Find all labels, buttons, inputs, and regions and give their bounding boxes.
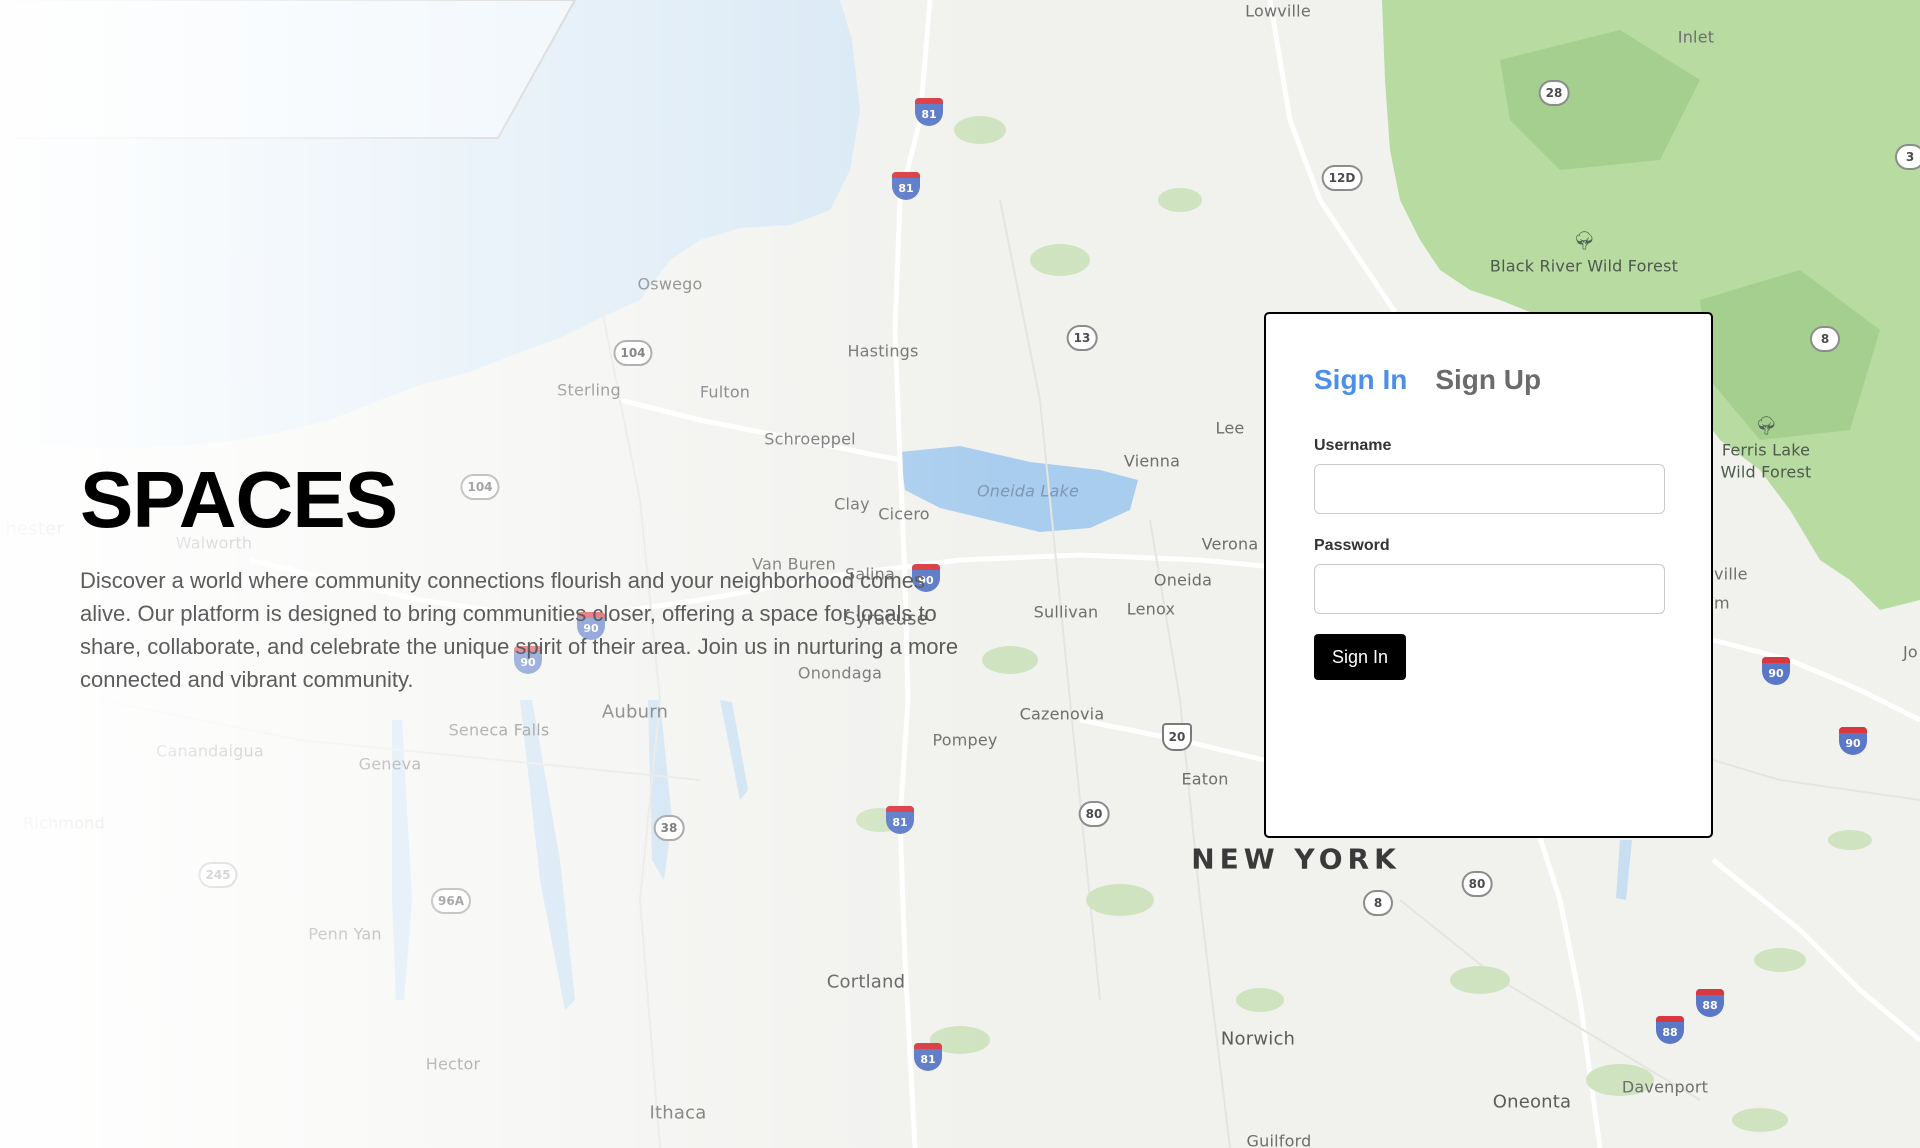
hero-description: Discover a world where community connect…: [80, 568, 959, 692]
route-shield: 245: [198, 862, 238, 888]
hero-title: SPACES: [80, 455, 398, 544]
map-label-cortland: Cortland: [826, 971, 906, 993]
map-label-fulton: Fulton: [699, 382, 751, 402]
password-input[interactable]: [1314, 564, 1665, 614]
map-label-sterling: Sterling: [557, 380, 621, 400]
username-label: Username: [1314, 437, 1392, 454]
route-shield: 96A: [431, 888, 471, 914]
password-label: Password: [1314, 537, 1390, 554]
route-shield: 8: [1810, 326, 1840, 352]
route-shield: 80: [1078, 801, 1110, 827]
username-input[interactable]: [1314, 464, 1665, 514]
map-label-sullivan: Sullivan: [1033, 602, 1099, 622]
interstate-shield: 90: [1839, 727, 1867, 755]
map-label-cazenovia: Cazenovia: [1019, 704, 1105, 724]
route-shield: 80: [1461, 871, 1493, 897]
map-label-verona: Verona: [1201, 534, 1259, 554]
map-label-ville-partial: ville: [1714, 564, 1748, 584]
route-shield: 3: [1895, 144, 1920, 170]
map-label-davenport: Davenport: [1621, 1077, 1709, 1097]
interstate-shield: 81: [915, 98, 943, 126]
map-label-hastings: Hastings: [847, 341, 919, 361]
hero-corner-shape: [0, 0, 577, 139]
route-shield: 104: [613, 340, 653, 366]
route-shield: 28: [1538, 80, 1570, 106]
route-shield: 13: [1066, 325, 1098, 351]
interstate-shield: 88: [1656, 1016, 1684, 1044]
map-label-guilford: Guilford: [1246, 1131, 1312, 1148]
map-label-wild-forest: Wild Forest: [1720, 462, 1812, 482]
page: Lowville Inlet Black River Wild Forest O…: [0, 0, 1920, 1148]
map-label-auburn: Auburn: [601, 701, 669, 723]
tab-sign-up[interactable]: Sign Up: [1435, 362, 1541, 398]
sign-in-form: Username Password Sign In: [1314, 436, 1665, 680]
map-label-oneida-lake: Oneida Lake: [976, 481, 1080, 501]
map-label-lenox: Lenox: [1126, 599, 1176, 619]
map-label-ferris-lake: Ferris Lake: [1721, 440, 1811, 460]
map-label-lowville: Lowville: [1245, 1, 1311, 21]
route-shield: 104: [460, 474, 500, 500]
sign-in-button[interactable]: Sign In: [1314, 634, 1407, 680]
map-label-manchester-partial: hester: [5, 518, 64, 540]
map-label-pompey: Pompey: [932, 730, 998, 750]
map-label-hector: Hector: [425, 1054, 481, 1074]
route-shield: 12D: [1321, 165, 1363, 191]
route-shield: 20: [1162, 723, 1192, 751]
map-label-oneida: Oneida: [1153, 570, 1213, 590]
map-label-schroeppel: Schroeppel: [764, 429, 856, 449]
map-label-eaton: Eaton: [1181, 769, 1229, 789]
auth-tabs: Sign In Sign Up: [1314, 362, 1663, 398]
map-label-lee: Lee: [1215, 418, 1245, 438]
route-shield: 38: [653, 815, 685, 841]
map-label-ithaca: Ithaca: [649, 1102, 707, 1124]
map-label-jo-partial: Jo: [1903, 642, 1918, 662]
map-label-richmond: Richmond: [23, 813, 105, 833]
map-label-clay: Clay: [834, 494, 870, 514]
map-label-vienna: Vienna: [1123, 451, 1181, 471]
interstate-shield: 81: [886, 806, 914, 834]
interstate-shield: 88: [1696, 989, 1724, 1017]
auth-card: Sign In Sign Up Username Password Sign I…: [1264, 312, 1713, 838]
map-label-m-partial: m: [1714, 593, 1730, 613]
map-label-cicero: Cicero: [878, 504, 930, 524]
interstate-shield: 90: [1762, 657, 1790, 685]
map-label-seneca-falls: Seneca Falls: [448, 720, 550, 740]
interstate-shield: 81: [914, 1043, 942, 1071]
map-label-black-river: Black River Wild Forest: [1489, 256, 1679, 276]
map-label-oneonta: Oneonta: [1492, 1091, 1572, 1113]
map-label-geneva: Geneva: [358, 754, 422, 774]
route-shield: 8: [1363, 890, 1393, 916]
map-label-canandaigua: Canandaigua: [156, 741, 264, 761]
map-label-norwich: Norwich: [1220, 1028, 1296, 1050]
tab-sign-in[interactable]: Sign In: [1314, 362, 1407, 398]
tree-icon: 🌳︎: [1754, 415, 1778, 436]
tree-icon: 🌳︎: [1572, 230, 1596, 251]
interstate-shield: 81: [892, 172, 920, 200]
map-label-inlet: Inlet: [1677, 27, 1715, 47]
map-label-penn-yan: Penn Yan: [308, 924, 382, 944]
map-label-oswego: Oswego: [637, 274, 703, 294]
map-label-new-york: NEW YORK: [1191, 842, 1401, 876]
